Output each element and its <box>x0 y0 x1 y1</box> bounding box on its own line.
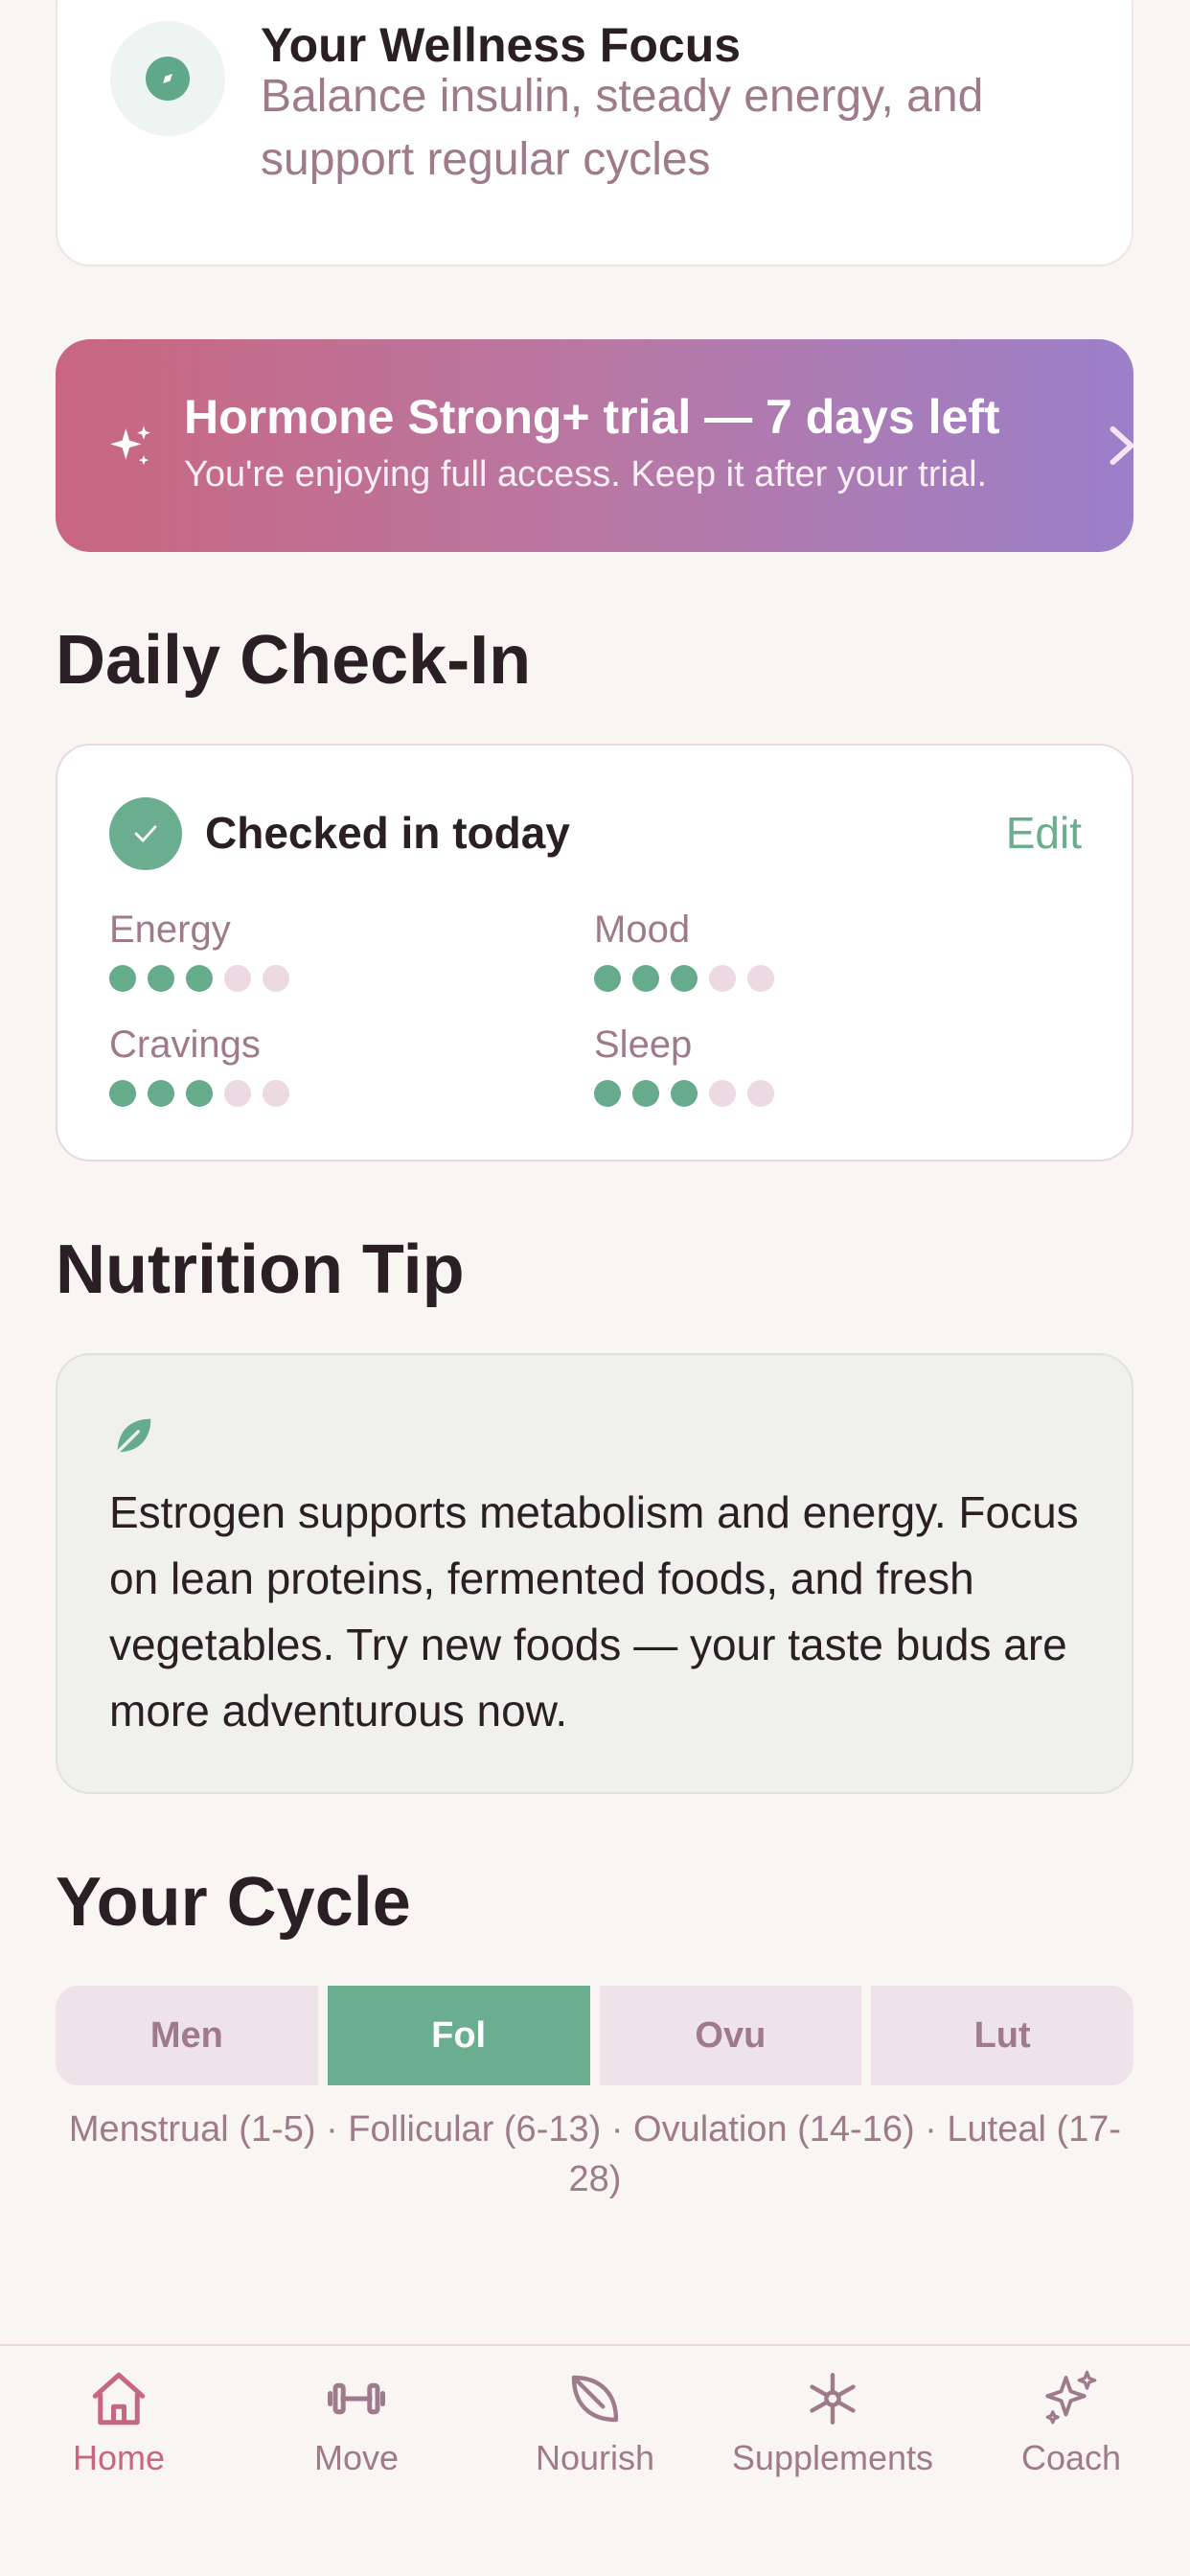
rating-dot-filled <box>594 965 621 992</box>
rating-dot-empty <box>709 1080 736 1107</box>
rating-dot-empty <box>263 1080 289 1107</box>
metric-cravings: Cravings <box>109 1024 289 1107</box>
rating-dot-filled <box>594 1080 621 1107</box>
rating-dot-filled <box>671 965 698 992</box>
rating-dot-empty <box>747 965 774 992</box>
nav-nourish[interactable]: Nourish <box>476 2367 714 2478</box>
leaf-icon <box>571 2375 619 2423</box>
rating-dot-filled <box>148 965 174 992</box>
metric-label: Mood <box>594 908 691 951</box>
rating-dot-filled <box>632 965 659 992</box>
metric-label: Energy <box>109 908 231 951</box>
rating-dot-empty <box>224 965 251 992</box>
sparkles-icon <box>110 426 150 466</box>
leaf-icon <box>115 1418 151 1455</box>
nav-label: Supplements <box>731 2438 934 2477</box>
rating-dots <box>594 1080 774 1107</box>
nav-move[interactable]: Move <box>238 2367 475 2478</box>
nutrition-tip-heading: Nutrition Tip <box>56 1231 465 1308</box>
chevron-right-icon <box>1110 426 1133 466</box>
rating-dot-filled <box>671 1080 698 1107</box>
rating-dot-empty <box>747 1080 774 1107</box>
bottom-nav: Home Move Nourish Supplements Coach <box>0 2344 1190 2576</box>
rating-dot-filled <box>148 1080 174 1107</box>
nutrition-tip-card: Estrogen supports metabolism and energy.… <box>56 1353 1133 1794</box>
nav-supplements[interactable]: Supplements <box>714 2367 951 2478</box>
rating-dot-empty <box>224 1080 251 1107</box>
nav-label: Home <box>72 2438 166 2477</box>
cycle-phase-bar: Men Fol Ovu Lut <box>56 1986 1133 2085</box>
asterisk-icon <box>810 2373 856 2425</box>
daily-checkin-heading: Daily Check-In <box>56 622 532 699</box>
trial-title: Hormone Strong+ trial — 7 days left <box>184 390 1000 444</box>
metric-label: Cravings <box>109 1024 261 1066</box>
nav-label: Move <box>313 2438 400 2477</box>
rating-dots <box>109 965 289 992</box>
rating-dot-empty <box>263 965 289 992</box>
metric-energy: Energy <box>109 908 289 992</box>
metric-sleep: Sleep <box>594 1024 774 1107</box>
nav-home[interactable]: Home <box>0 2367 238 2478</box>
rating-dot-filled <box>109 965 136 992</box>
phase-menstrual[interactable]: Men <box>56 1986 318 2085</box>
home-icon <box>92 2372 146 2426</box>
phase-luteal[interactable]: Lut <box>871 1986 1133 2085</box>
trial-subtitle: You're enjoying full access. Keep it aft… <box>184 454 988 494</box>
cycle-legend: Menstrual (1-5) · Follicular (6-13) · Ov… <box>68 2109 1122 2199</box>
home-screen: Your Wellness Focus Balance insulin, ste… <box>0 0 1190 2576</box>
rating-dot-filled <box>109 1080 136 1107</box>
checkin-status: Checked in today <box>205 808 570 858</box>
nav-label: Coach <box>1020 2438 1122 2477</box>
wellness-focus-subtitle: Balance insulin, steady energy, and supp… <box>261 71 984 185</box>
metric-mood: Mood <box>594 908 774 992</box>
daily-checkin-card: Checked in today Edit Energy Mood Cravin… <box>56 744 1133 1162</box>
metric-label: Sleep <box>594 1024 693 1066</box>
rating-dot-filled <box>632 1080 659 1107</box>
checkmark-icon <box>109 797 182 870</box>
compass-icon <box>110 21 225 136</box>
rating-dot-filled <box>186 965 213 992</box>
edit-checkin-button[interactable]: Edit <box>1006 807 1082 859</box>
phase-ovulation[interactable]: Ovu <box>599 1986 862 2085</box>
sparkles-icon <box>1045 2370 1097 2425</box>
trial-banner[interactable]: Hormone Strong+ trial — 7 days left You'… <box>56 339 1133 552</box>
dumbbell-icon <box>328 2382 385 2415</box>
nav-coach[interactable]: Coach <box>952 2367 1190 2478</box>
rating-dot-empty <box>709 965 736 992</box>
nutrition-tip-text: Estrogen supports metabolism and energy.… <box>109 1487 1079 1736</box>
wellness-focus-card[interactable]: Your Wellness Focus Balance insulin, ste… <box>56 0 1133 266</box>
rating-dots <box>109 1080 289 1107</box>
rating-dots <box>594 965 774 992</box>
cycle-heading: Your Cycle <box>56 1864 411 1941</box>
nav-label: Nourish <box>535 2438 655 2477</box>
rating-dot-filled <box>186 1080 213 1107</box>
phase-follicular[interactable]: Fol <box>327 1986 590 2085</box>
